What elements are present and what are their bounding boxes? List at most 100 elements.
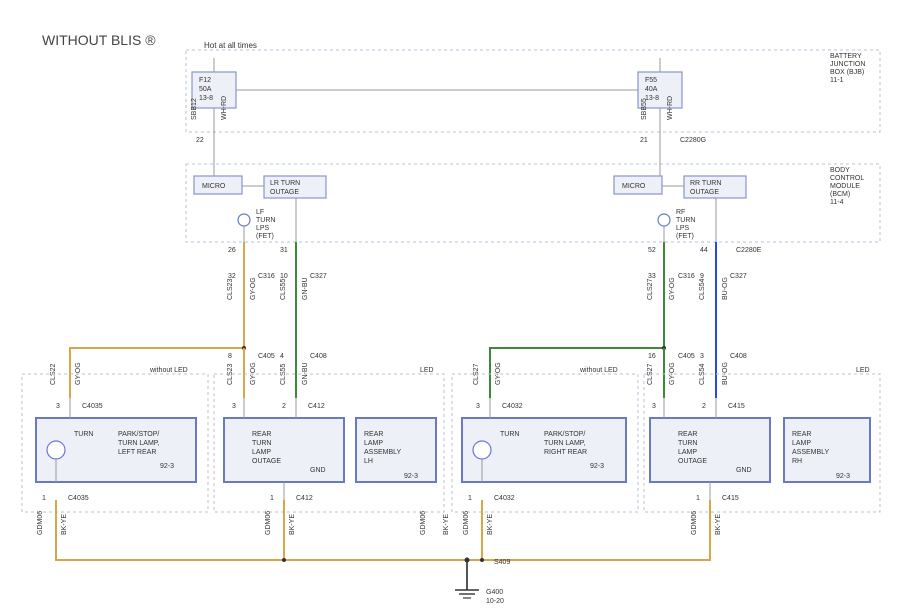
rl-rh-1: REAR — [792, 431, 811, 438]
conn-c316-l: C316 — [258, 273, 275, 280]
lf-fet-1: LF — [256, 209, 264, 216]
park-right-1: PARK/STOP/ — [544, 431, 585, 438]
park-left-ref: 92-3 — [160, 463, 174, 470]
bkye-4: BK-YE — [715, 514, 722, 535]
rl-rh-2: LAMP — [792, 440, 811, 447]
fuse-f55-name: F55 — [645, 77, 657, 84]
mod3-hdr: without LED — [579, 367, 618, 374]
gnbu-a: GN-BU — [302, 277, 309, 300]
gnd-l: GND — [310, 467, 326, 474]
bcm-label-4: (BCM) — [830, 191, 850, 198]
w-sbb12: SBB12 — [191, 98, 198, 120]
mod4-hdr: LED — [856, 367, 870, 374]
lr-turn-1: LR TURN — [270, 180, 300, 187]
rear-turn-r-box — [650, 418, 770, 482]
pin-bjb-22: 22 — [196, 137, 204, 144]
park-left-3: LEFT REAR — [118, 449, 156, 456]
pin-bjb-21: 21 — [640, 137, 648, 144]
conn-c4032a: C4032 — [502, 403, 523, 410]
turn-r: TURN — [500, 431, 519, 438]
pin-4: 4 — [280, 353, 284, 360]
turn-bulb-r — [473, 441, 491, 459]
pin-m4-1: 1 — [696, 495, 700, 502]
lf-fet-3: LPS — [256, 225, 270, 232]
rl-lh-3: ASSEMBLY — [364, 449, 402, 456]
g400ref: 10-20 — [486, 598, 504, 605]
pin-44: 44 — [700, 247, 708, 254]
cls27-b: CLS27 — [647, 278, 654, 300]
diagram-title: WITHOUT BLIS ® — [42, 32, 156, 48]
lf-fet-icon — [238, 214, 250, 226]
bcm-label-3: MODULE — [830, 183, 860, 190]
rt-r-4: OUTAGE — [678, 458, 707, 465]
pin-52: 52 — [648, 247, 656, 254]
g400: G400 — [486, 589, 503, 596]
rf-fet-icon — [658, 214, 670, 226]
rt-r-2: TURN — [678, 440, 697, 447]
pin-m4-3: 3 — [652, 403, 656, 410]
bjb-label-1: BATTERY — [830, 53, 862, 60]
conn-c412b: C412 — [296, 495, 313, 502]
buog-a: BU-OG — [722, 277, 729, 300]
bkye-3: BK-YE — [487, 514, 494, 535]
pin-16: 16 — [648, 353, 656, 360]
conn-c405-r: C405 — [678, 353, 695, 360]
wire-og-left — [70, 242, 244, 398]
gdm06-3: GDM06 — [463, 511, 470, 535]
turn-bulb-l — [47, 441, 65, 459]
bkye-1: BK-YE — [61, 514, 68, 535]
turn-l: TURN — [74, 431, 93, 438]
ground-bus — [56, 500, 710, 560]
gdm06-4: GDM06 — [691, 511, 698, 535]
conn-c4035a: C4035 — [82, 403, 103, 410]
rf-fet-1: RF — [676, 209, 685, 216]
fuse-f12-ref: 13-8 — [199, 95, 213, 102]
pin-m2-2: 2 — [282, 403, 286, 410]
rl-lh-4: LH — [364, 458, 373, 465]
s409: S409 — [494, 559, 510, 566]
rl-lh-2: LAMP — [364, 440, 383, 447]
lf-fet-4: (FET) — [256, 233, 274, 240]
bcm-label-1: BODY — [830, 167, 850, 174]
park-right-3: RIGHT REAR — [544, 449, 587, 456]
pin-m2-3: 3 — [232, 403, 236, 410]
bcm-ref: 11-4 — [830, 199, 844, 206]
conn-c405-l: C405 — [258, 353, 275, 360]
rr-turn-2: OUTAGE — [690, 189, 719, 196]
cls23-a: CLS23 — [227, 278, 234, 300]
gnd-node-main — [465, 558, 470, 563]
bcm-label-2: CONTROL — [830, 175, 864, 182]
conn-c316-r: C316 — [678, 273, 695, 280]
pin-m3-1: 1 — [468, 495, 472, 502]
park-left-1: PARK/STOP/ — [118, 431, 159, 438]
bjb-ref: 11-1 — [830, 77, 844, 84]
rt-l-4: OUTAGE — [252, 458, 281, 465]
wiring-diagram: WITHOUT BLIS ® Hot at all times BATTERY … — [0, 0, 908, 610]
conn-c408-l: C408 — [310, 353, 327, 360]
gnd-node-2 — [282, 558, 286, 562]
pin-26: 26 — [228, 247, 236, 254]
conn-c4035b: C4035 — [68, 495, 89, 502]
pin-31: 31 — [280, 247, 288, 254]
pin-m3-3: 3 — [476, 403, 480, 410]
conn-c2280g: C2280G — [680, 137, 706, 144]
park-right-ref: 92-3 — [590, 463, 604, 470]
rr-turn-1: RR TURN — [690, 180, 721, 187]
rt-r-3: LAMP — [678, 449, 697, 456]
conn-c2280e: C2280E — [736, 247, 762, 254]
mod1-hdr: without LED — [149, 367, 188, 374]
conn-c415b: C415 — [722, 495, 739, 502]
fuse-f12-name: F12 — [199, 77, 211, 84]
micro-l-txt: MICRO — [202, 183, 226, 190]
lr-turn-2: OUTAGE — [270, 189, 299, 196]
conn-c327-l: C327 — [310, 273, 327, 280]
w-sbb55: SBB55 — [641, 98, 648, 120]
park-right-2: TURN LAMP, — [544, 440, 586, 447]
rt-l-3: LAMP — [252, 449, 271, 456]
conn-c4032b: C4032 — [494, 495, 515, 502]
mod2-hdr: LED — [420, 367, 434, 374]
lf-fet-2: TURN — [256, 217, 275, 224]
bkye-2b: BK-YE — [443, 514, 450, 535]
pin-m1-3: 3 — [56, 403, 60, 410]
fuse-f55-amp: 40A — [645, 86, 658, 93]
